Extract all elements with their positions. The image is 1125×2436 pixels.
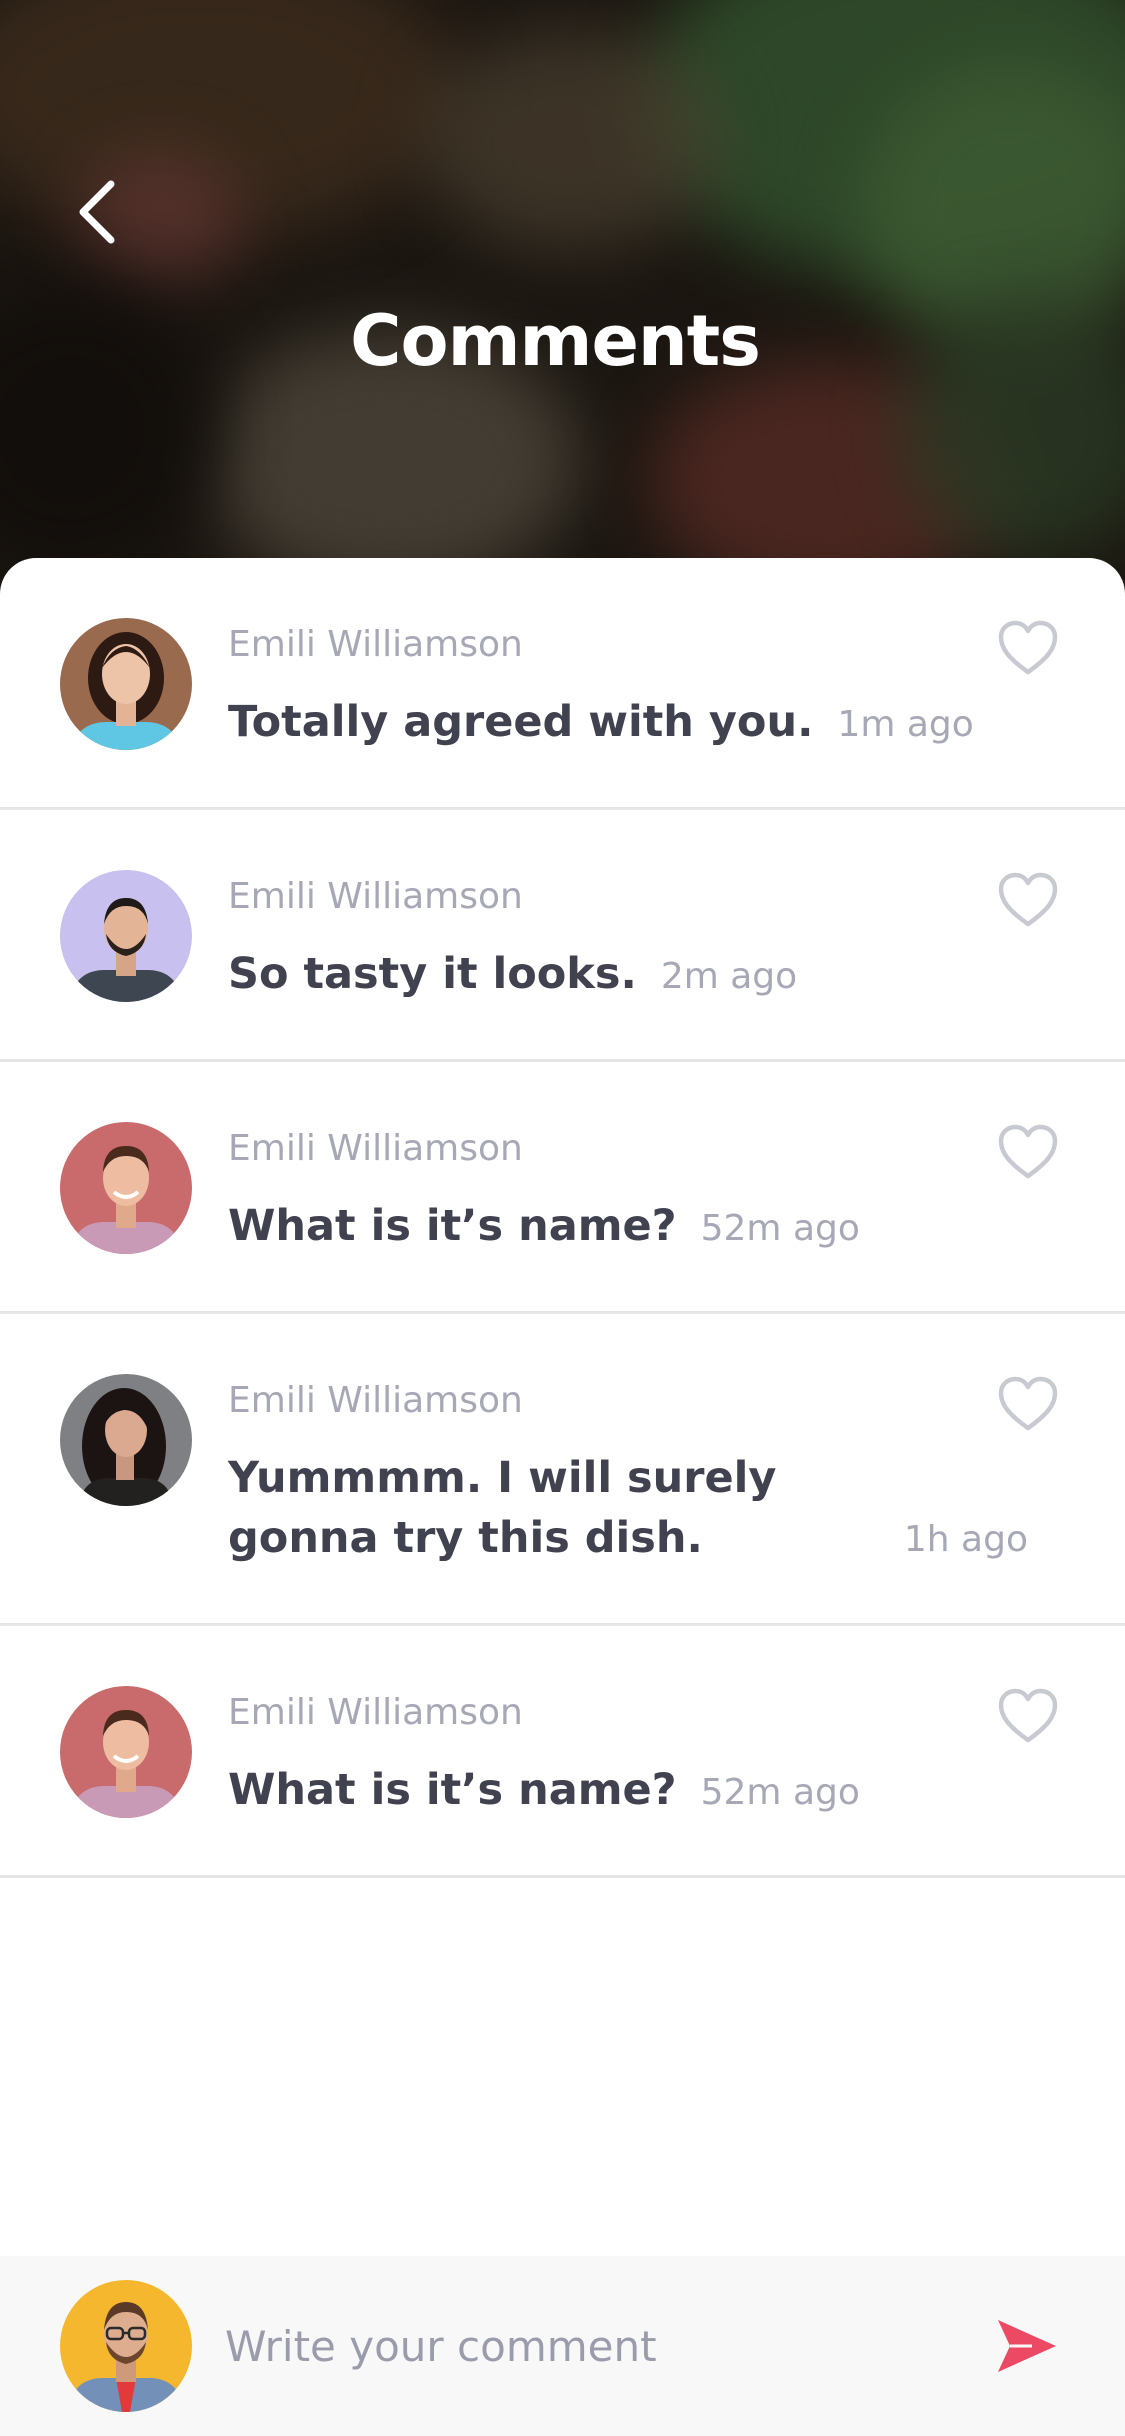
comment-author[interactable]: Emili Williamson [228, 624, 523, 665]
heart-icon[interactable] [996, 1122, 1060, 1182]
comment-text: What is it’s name? [228, 1201, 677, 1251]
comment-body: Yummmm. I will surely gonna try this dis… [228, 1448, 1048, 1568]
comment-body: So tasty it looks. 2m ago [228, 944, 1048, 1004]
back-button[interactable] [62, 172, 132, 252]
comment-time: 2m ago [660, 956, 798, 997]
comment-composer [0, 2256, 1125, 2436]
avatar[interactable] [60, 1122, 192, 1254]
comment-author[interactable]: Emili Williamson [228, 1692, 523, 1733]
comment-text: What is it’s name? [228, 1765, 677, 1815]
comment-author[interactable]: Emili Williamson [228, 1128, 523, 1169]
avatar[interactable] [60, 1686, 192, 1818]
avatar[interactable] [60, 870, 192, 1002]
comment-author[interactable]: Emili Williamson [228, 1380, 523, 1421]
comment-item: Emili Williamson What is it’s name? 52m a… [0, 1062, 1125, 1314]
comment-author[interactable]: Emili Williamson [228, 876, 523, 917]
comment-item: Emili Williamson So tasty it looks. 2m ag… [0, 810, 1125, 1062]
heart-icon[interactable] [996, 1374, 1060, 1434]
heart-icon[interactable] [996, 1686, 1060, 1746]
comment-input[interactable] [225, 2306, 965, 2386]
avatar[interactable] [60, 618, 192, 750]
comment-item: Emili Williamson Totally agreed with you… [0, 558, 1125, 810]
comment-body: What is it’s name? 52m ago [228, 1760, 1048, 1820]
comment-time: 1m ago [837, 704, 974, 745]
page-title: Comments [350, 300, 761, 382]
comment-time: 52m ago [700, 1772, 860, 1813]
chevron-left-icon [79, 180, 115, 244]
comment-item: Emili Williamson What is it’s name? 52m a… [0, 1626, 1125, 1878]
comment-item: Emili Williamson Yummmm. I will surely g… [0, 1314, 1125, 1626]
comment-time: 1h ago [903, 1519, 1028, 1560]
comments-sheet: Emili Williamson Totally agreed with you… [0, 558, 1125, 2256]
heart-icon[interactable] [996, 870, 1060, 930]
heart-icon[interactable] [996, 618, 1060, 678]
comment-body: Totally agreed with you. 1m ago [228, 692, 1048, 752]
comment-time: 52m ago [700, 1208, 860, 1249]
avatar [60, 2280, 192, 2412]
comment-text: Yummmm. I will surely gonna try this dis… [228, 1453, 777, 1563]
comment-text: Totally agreed with you. [228, 697, 814, 747]
comment-text: So tasty it looks. [228, 949, 637, 999]
avatar[interactable] [60, 1374, 192, 1506]
comment-body: What is it’s name? 52m ago [228, 1196, 1048, 1256]
send-icon[interactable] [992, 2314, 1062, 2378]
